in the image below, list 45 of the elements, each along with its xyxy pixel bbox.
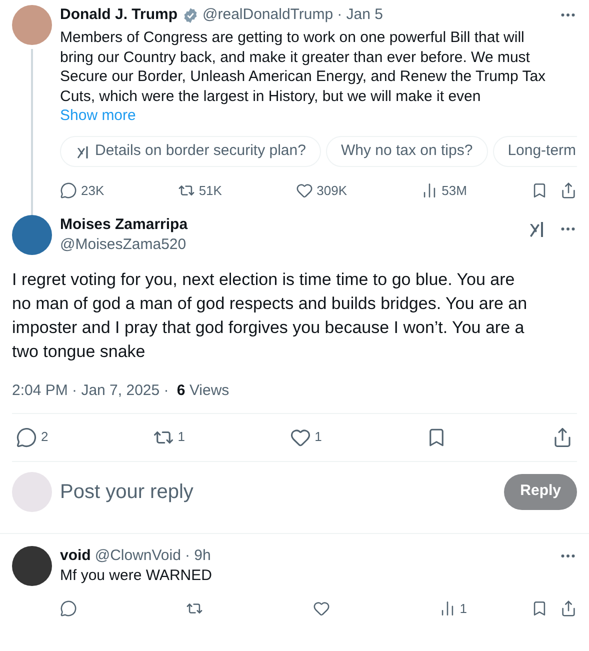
grok-icon [75,144,91,160]
avatar[interactable] [12,546,52,586]
share-button[interactable] [560,600,577,617]
like-button[interactable] [312,600,330,617]
repost-button[interactable]: 1 [152,426,186,448]
share-button[interactable] [560,182,577,200]
suggestion-chip[interactable]: Details on border security plan? [60,136,321,167]
share-icon [560,600,577,617]
bookmark-button[interactable] [531,182,548,200]
reply-button[interactable]: 23K [60,181,104,200]
share-icon [552,426,573,448]
suggestion-chip[interactable]: Why no tax on tips? [326,136,488,167]
bookmark-icon [531,182,548,200]
reply-button[interactable] [60,600,77,617]
bookmark-button[interactable] [531,600,548,617]
suggestion-chip[interactable]: Long-term [492,136,577,167]
like-icon [296,182,313,200]
author-handle: @ClownVoid [94,546,181,566]
reply-icon [60,600,77,617]
post-timestamp: 2:04 PM · Jan 7, 2025 · [12,380,170,400]
author-name[interactable]: void [60,546,91,566]
bookmark-icon [531,600,548,617]
post-time: · 9h [184,546,211,566]
share-button[interactable] [552,426,573,448]
like-icon [290,426,311,448]
author-handle: @MoisesZama520 [60,234,186,254]
reply-button[interactable]: 2 [16,426,48,448]
repost-button[interactable]: 51K [178,181,222,200]
author-name[interactable]: Donald J. Trump [60,5,178,25]
reply-icon [16,426,37,448]
post-text: Mf you were WARNED [60,566,213,586]
reply-icon [60,182,77,200]
like-button[interactable]: 1 [290,426,322,448]
views-count: 6 Views [176,380,230,400]
views-button[interactable]: 1 [438,598,467,618]
like-icon [312,600,330,617]
views-button[interactable]: 53M [420,181,467,200]
post-time: · Jan 5 [337,5,383,25]
post-text: Members of Congress are getting to work on one powerful Bill that will bring our Country back, and make it greater than ever before. We must Secure our Border, Unleash American Energy, and Renew the Trump Tax Cuts, which were the largest in History, but we will make it even [60,28,547,106]
avatar[interactable] [12,214,52,254]
share-icon [560,182,577,200]
post-text: I regret voting for you, next election is time time to go blue. You are no man of god a man of god respects and builds bridges. You are an imposter and I pray that god forgives you because I won’t. You are a two tongue snake [12,268,528,362]
author-handle: @realDonaldTrump [202,5,334,25]
like-button[interactable]: 309K [296,181,347,200]
author-name[interactable]: Moises Zamarripa [60,214,188,234]
